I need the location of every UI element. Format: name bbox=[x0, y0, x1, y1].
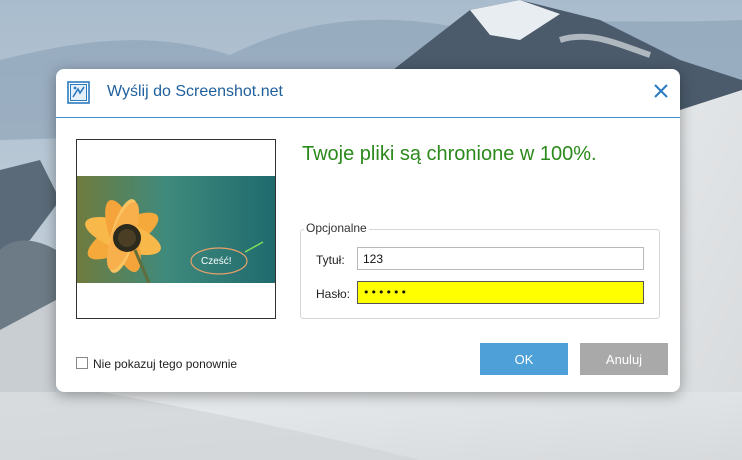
optional-group bbox=[300, 229, 660, 319]
title-label: Tytuł: bbox=[316, 253, 345, 267]
preview-bubble-text: Cześć! bbox=[201, 256, 232, 267]
close-icon[interactable] bbox=[653, 83, 669, 99]
password-input[interactable] bbox=[357, 281, 644, 304]
dont-show-checkbox[interactable] bbox=[76, 357, 88, 369]
ok-button[interactable]: OK bbox=[480, 343, 568, 375]
dialog-titlebar: Wyślij do Screenshot.net bbox=[56, 69, 680, 118]
cancel-button[interactable]: Anuluj bbox=[580, 343, 668, 375]
image-preview: Cześć! bbox=[76, 139, 276, 319]
send-to-screenshot-dialog: Wyślij do Screenshot.net Cześć! Twoje pl… bbox=[56, 69, 680, 392]
dialog-title: Wyślij do Screenshot.net bbox=[107, 83, 283, 100]
password-label: Hasło: bbox=[316, 287, 351, 301]
screenshot-app-icon bbox=[67, 81, 90, 104]
secure-message: Twoje pliki są chronione w 100%. bbox=[302, 143, 597, 165]
title-input[interactable] bbox=[357, 247, 644, 270]
preview-image bbox=[77, 176, 275, 283]
optional-group-label: Opcjonalne bbox=[304, 221, 369, 235]
dont-show-label[interactable]: Nie pokazuj tego ponownie bbox=[93, 357, 237, 371]
